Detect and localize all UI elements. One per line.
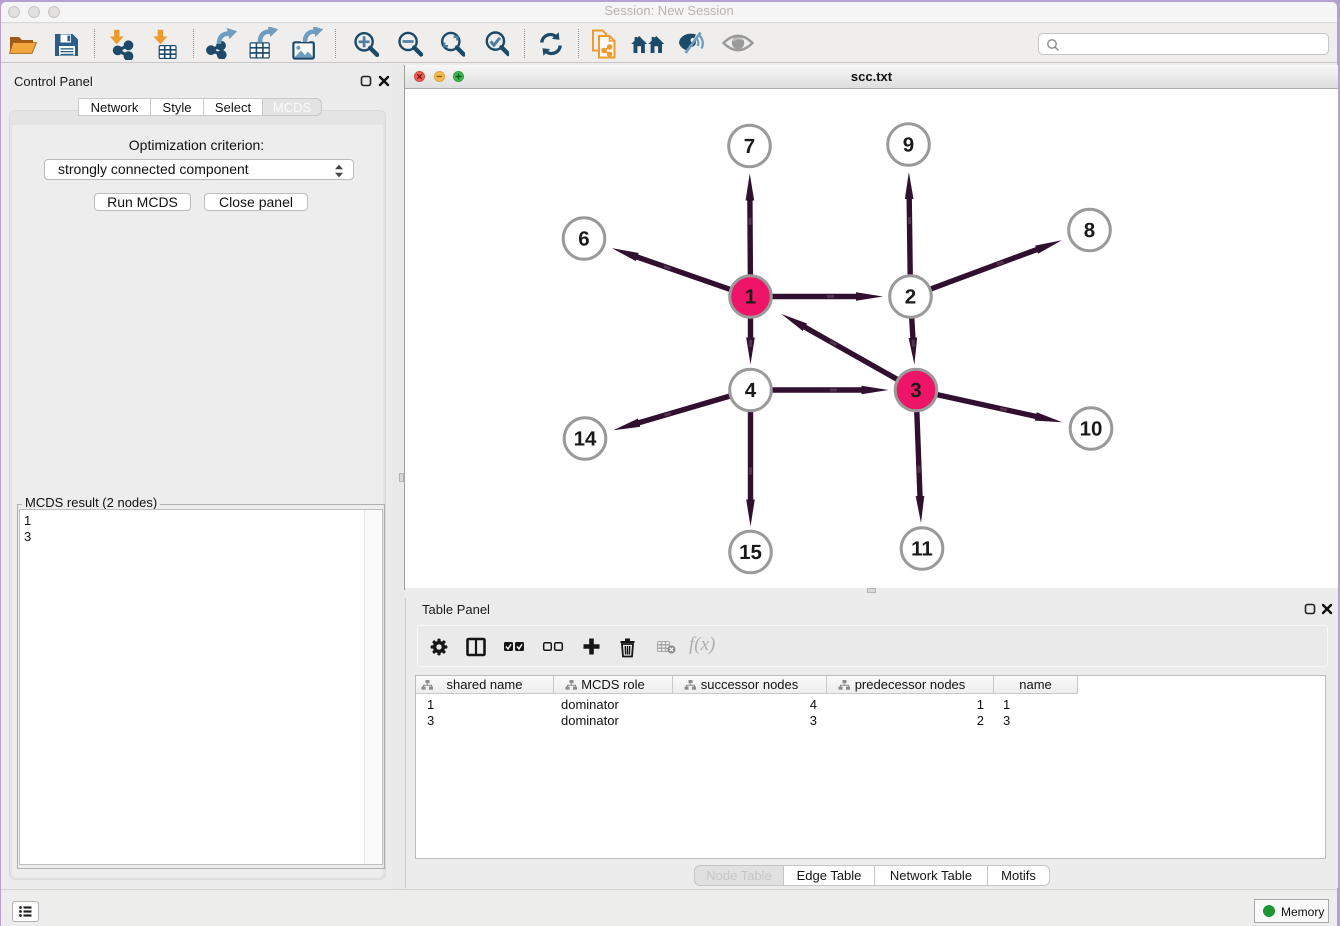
svg-text:15: 15: [739, 541, 762, 564]
svg-text:8: 8: [1084, 219, 1095, 242]
svg-text:4: 4: [745, 379, 757, 402]
svg-text:11: 11: [911, 538, 933, 561]
svg-text:7: 7: [744, 135, 755, 158]
svg-text:2: 2: [905, 286, 916, 309]
svg-text:10: 10: [1080, 418, 1103, 441]
svg-text:1: 1: [745, 286, 756, 309]
svg-text:9: 9: [903, 134, 914, 157]
svg-text:14: 14: [574, 428, 597, 451]
svg-text:3: 3: [910, 379, 921, 402]
svg-text:6: 6: [578, 228, 589, 251]
